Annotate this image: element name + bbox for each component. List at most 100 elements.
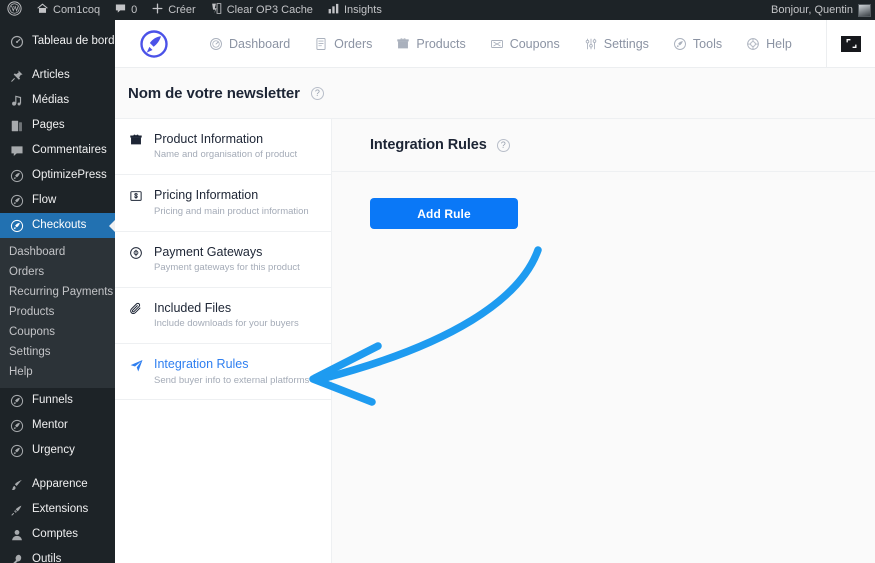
wp-logo-menu[interactable]	[0, 0, 29, 20]
step-text: Pricing Information Pricing and main pro…	[154, 188, 309, 217]
nav-products[interactable]: Products	[396, 37, 466, 51]
nav-label: Coupons	[509, 36, 560, 51]
step-title: Included Files	[154, 300, 232, 315]
site-name-menu[interactable]: Com1coq	[29, 0, 107, 20]
add-rule-button[interactable]: Add Rule	[370, 198, 518, 229]
nav-label: Help	[766, 36, 792, 51]
greeting-label: Bonjour, Quentin	[771, 4, 853, 16]
sidebar-label: Urgency	[32, 443, 75, 456]
submenu-item-settings[interactable]: Settings	[0, 342, 115, 362]
comments-menu[interactable]: 0	[107, 0, 144, 20]
nav-dashboard[interactable]: Dashboard	[209, 37, 290, 51]
sidebar-label: Extensions	[32, 502, 89, 515]
sidebar-item-optimizepress[interactable]: OptimizePress	[0, 163, 115, 188]
sidebar-item-extensions[interactable]: Extensions	[0, 497, 115, 522]
rocket-icon	[673, 37, 687, 51]
rocket-icon	[9, 393, 24, 408]
new-content-menu[interactable]: Créer	[144, 0, 203, 20]
help-icon[interactable]: ?	[310, 86, 324, 100]
fullscreen-icon	[841, 35, 861, 52]
brush-icon	[9, 477, 24, 492]
plus-icon	[151, 2, 164, 18]
insights-label: Insights	[343, 4, 382, 16]
my-account-menu[interactable]: Bonjour, Quentin	[771, 3, 875, 17]
insights-menu[interactable]: Insights	[320, 0, 389, 20]
clear-op3-cache-label: Clear OP3 Cache	[226, 4, 313, 16]
sidebar-item-comptes[interactable]: Comptes	[0, 522, 115, 547]
step-product-information[interactable]: Product Information Name and organisatio…	[115, 119, 331, 176]
rocket-icon	[9, 168, 24, 183]
fullscreen-toggle-button[interactable]	[827, 20, 875, 68]
sidebar-label: OptimizePress	[32, 168, 107, 181]
plugin-icon	[9, 502, 24, 517]
submenu-item-orders[interactable]: Orders	[0, 262, 115, 282]
paperclip-icon	[128, 301, 144, 330]
sidebar-item-commentaires[interactable]: Commentaires	[0, 138, 115, 163]
clear-op3-cache-menu[interactable]: Clear OP3 Cache	[203, 0, 320, 20]
sidebar-item-flow[interactable]: Flow	[0, 188, 115, 213]
sidebar-label: Articles	[32, 68, 70, 81]
nav-orders[interactable]: Orders	[314, 37, 372, 51]
sidebar-label: Mentor	[32, 418, 68, 431]
nav-settings[interactable]: Settings	[584, 37, 649, 51]
bar-chart-icon	[327, 2, 340, 18]
pages-icon	[9, 118, 24, 133]
new-content-label: Créer	[168, 4, 196, 16]
help-icon[interactable]: ?	[496, 138, 510, 152]
sliders-icon	[584, 37, 598, 51]
panel-heading: Integration Rules	[370, 137, 487, 153]
sidebar-item-pages[interactable]: Pages	[0, 113, 115, 138]
sidebar-item-tableau-de-bord[interactable]: Tableau de bord	[0, 29, 115, 54]
nav-tools[interactable]: Tools	[673, 37, 722, 51]
sidebar-item-apparence[interactable]: Apparence	[0, 472, 115, 497]
submenu-item-help[interactable]: Help	[0, 362, 115, 382]
site-name-label: Com1coq	[53, 4, 101, 16]
nav-label: Settings	[603, 36, 649, 51]
home-icon	[36, 2, 49, 18]
wp-admin-bar: Com1coq 0 Créer Clear OP3 Cache Insights	[0, 0, 875, 20]
step-pricing-information[interactable]: Pricing Information Pricing and main pro…	[115, 175, 331, 232]
step-text: Included Files Include downloads for you…	[154, 301, 299, 330]
sidebar-item-funnels[interactable]: Funnels	[0, 388, 115, 413]
submenu-item-dashboard[interactable]: Dashboard	[0, 242, 115, 262]
nav-coupons[interactable]: Coupons	[490, 37, 560, 51]
rocket-icon	[9, 443, 24, 458]
sidebar-label: Checkouts	[32, 218, 87, 231]
sidebar-item-articles[interactable]: Articles	[0, 63, 115, 88]
user-icon	[9, 527, 24, 542]
submenu-item-products[interactable]: Products	[0, 302, 115, 322]
step-payment-gateways[interactable]: Payment Gateways Payment gateways for th…	[115, 232, 331, 288]
nav-label: Orders	[334, 36, 373, 51]
rocket-icon	[9, 193, 24, 208]
rocket-icon	[9, 218, 24, 233]
step-included-files[interactable]: Included Files Include downloads for you…	[115, 288, 331, 345]
sidebar-label: Flow	[32, 193, 57, 206]
nav-help[interactable]: Help	[746, 37, 792, 51]
wp-admin-sidebar: Tableau de bord Articles Médias Pages Co…	[0, 20, 115, 563]
product-steps-panel: Product Information Name and organisatio…	[115, 118, 332, 563]
step-text: Integration Rules Send buyer info to ext…	[154, 357, 309, 386]
step-title: Integration Rules	[154, 357, 249, 372]
page-title: Nom de votre newsletter	[128, 84, 300, 102]
nav-label: Tools	[692, 36, 723, 51]
integration-rules-panel: Integration Rules ? Add Rule	[332, 118, 875, 563]
submenu-item-coupons[interactable]: Coupons	[0, 322, 115, 342]
avatar	[858, 3, 871, 17]
optimizepress-checkouts-logo[interactable]	[123, 29, 185, 59]
step-title: Product Information	[154, 132, 264, 146]
sidebar-item-mentor[interactable]: Mentor	[0, 413, 115, 438]
sidebar-label: Apparence	[32, 477, 88, 490]
menu-separator-2	[0, 463, 115, 472]
submenu-item-recurring-payments[interactable]: Recurring Payments	[0, 282, 115, 302]
step-integration-rules[interactable]: Integration Rules Send buyer info to ext…	[115, 344, 331, 401]
sidebar-label: Outils	[32, 552, 62, 563]
comments-count: 0	[131, 4, 138, 16]
sidebar-item-medias[interactable]: Médias	[0, 88, 115, 113]
step-text: Product Information Name and organisatio…	[154, 132, 297, 161]
sidebar-item-urgency[interactable]: Urgency	[0, 438, 115, 463]
speedometer-icon	[209, 37, 223, 51]
sidebar-item-outils[interactable]: Outils	[0, 547, 115, 563]
sidebar-label: Commentaires	[32, 143, 107, 156]
rocket-icon	[9, 418, 24, 433]
sidebar-item-checkouts[interactable]: Checkouts	[0, 213, 115, 238]
